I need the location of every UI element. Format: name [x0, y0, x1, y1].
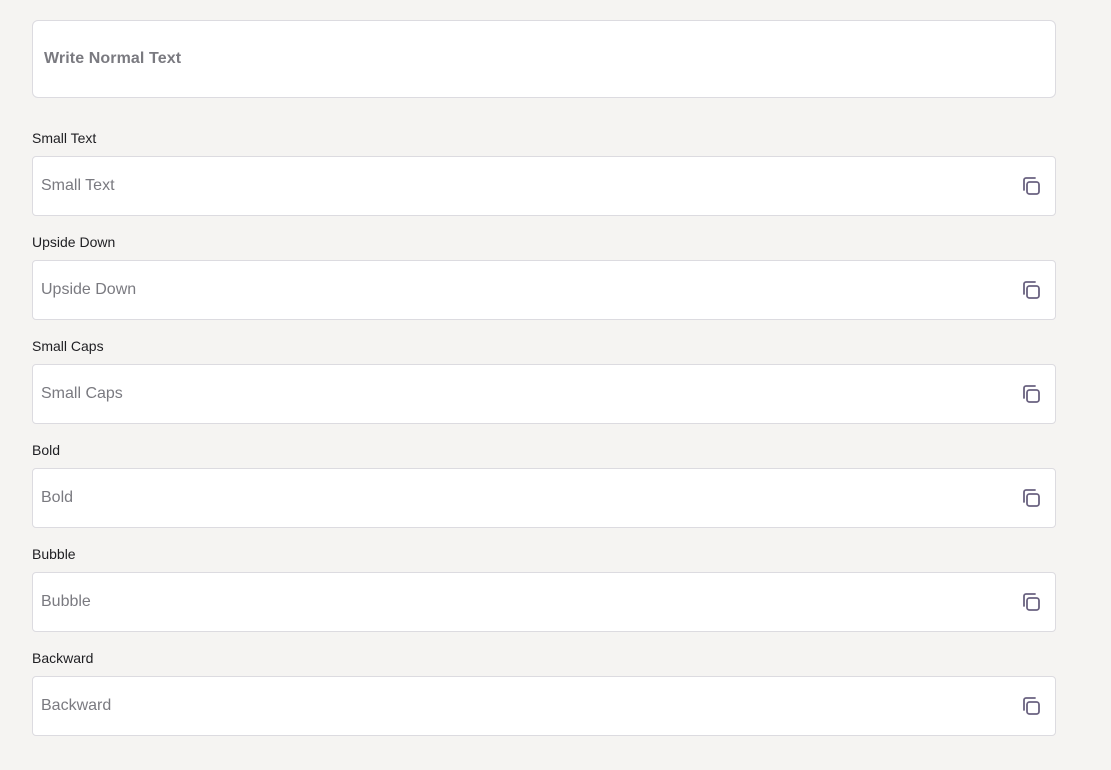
small-text-value: Small Text [41, 177, 115, 194]
bubble-output[interactable]: Bubble [32, 572, 1056, 632]
copy-bubble-button[interactable] [1019, 590, 1043, 614]
small-caps-value: Small Caps [41, 385, 123, 402]
backward-label: Backward [32, 650, 94, 666]
copy-icon [1023, 697, 1040, 715]
copy-icon [1023, 385, 1040, 403]
backward-value: Backward [41, 697, 112, 714]
backward-output[interactable]: Backward [32, 676, 1056, 736]
bold-label: Bold [32, 442, 61, 458]
bubble-value: Bubble [41, 593, 91, 610]
copy-small-caps-button[interactable] [1019, 382, 1043, 406]
upside-down-label: Upside Down [32, 234, 116, 250]
bubble-label: Bubble [32, 546, 76, 562]
upside-down-output[interactable]: Upside Down [32, 260, 1056, 320]
small-text-output[interactable]: Small Text [32, 156, 1056, 216]
copy-icon [1023, 489, 1040, 507]
copy-bold-button[interactable] [1019, 486, 1043, 510]
copy-upside-down-button[interactable] [1019, 278, 1043, 302]
bold-value: Bold [41, 489, 74, 506]
copy-icon [1023, 593, 1040, 611]
small-caps-output[interactable]: Small Caps [32, 364, 1056, 424]
text-converter-page: Write Normal Text Small Text Small Text … [0, 0, 1111, 770]
copy-icon [1023, 281, 1040, 299]
copy-backward-button[interactable] [1019, 694, 1043, 718]
normal-text-input[interactable]: Write Normal Text [32, 20, 1056, 98]
small-caps-label: Small Caps [32, 338, 104, 354]
small-text-label: Small Text [32, 130, 97, 146]
bold-output[interactable]: Bold [32, 468, 1056, 528]
upside-down-value: Upside Down [41, 281, 137, 298]
copy-icon [1023, 177, 1040, 195]
copy-small-text-button[interactable] [1019, 174, 1043, 198]
normal-text-placeholder: Write Normal Text [44, 50, 182, 67]
